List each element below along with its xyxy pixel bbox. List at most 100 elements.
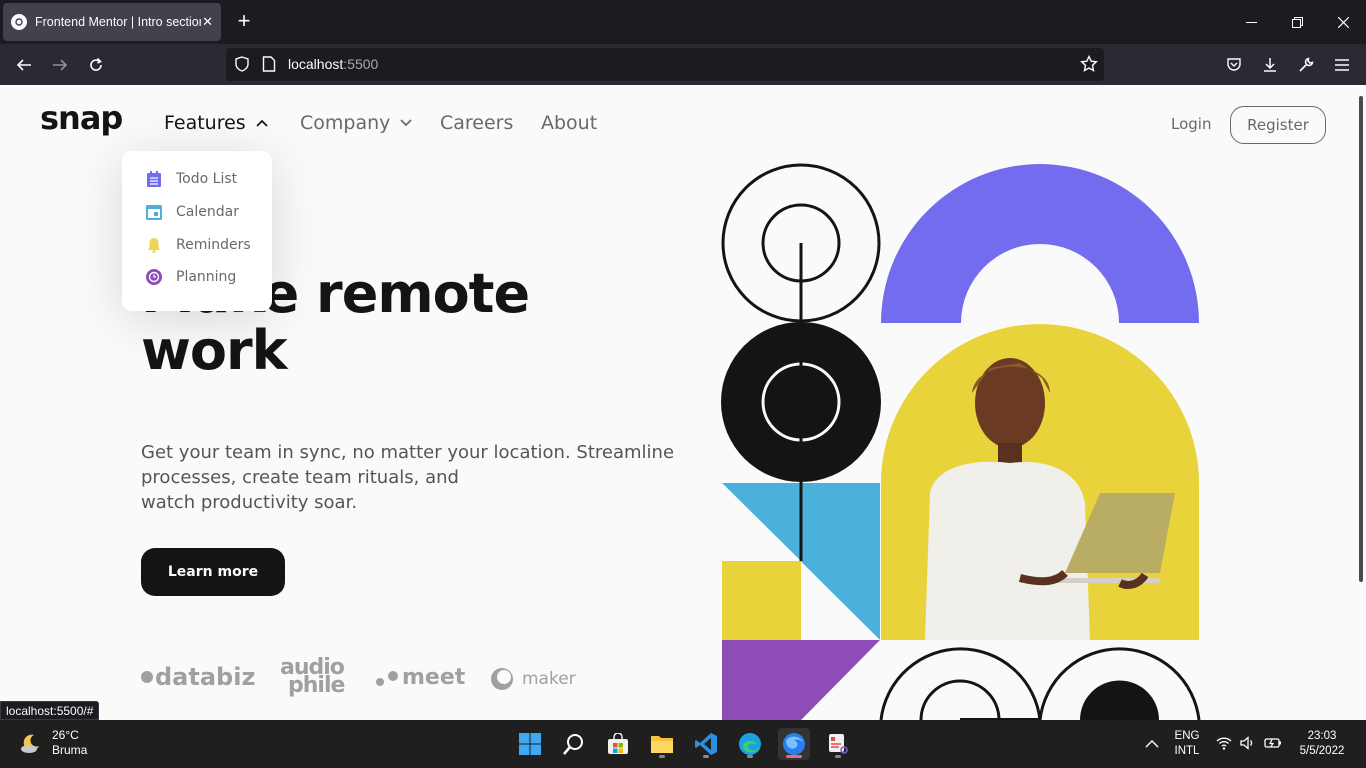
moon-cloud-icon bbox=[21, 734, 39, 753]
dropdown-item-todo[interactable]: Todo List bbox=[146, 171, 237, 187]
dropdown-label-calendar: Calendar bbox=[176, 204, 239, 220]
shield-icon[interactable] bbox=[234, 56, 250, 76]
browser-tab[interactable]: Frontend Mentor | Intro section with dro… bbox=[3, 3, 221, 41]
learn-more-button[interactable]: Learn more bbox=[141, 548, 285, 596]
url-host: localhost bbox=[288, 56, 344, 72]
minimize-button[interactable] bbox=[1228, 0, 1274, 44]
reload-icon[interactable] bbox=[83, 52, 109, 78]
register-button[interactable]: Register bbox=[1230, 106, 1326, 144]
firefox-icon[interactable] bbox=[778, 728, 810, 760]
page-icon[interactable] bbox=[262, 56, 276, 76]
explorer-running-indicator bbox=[659, 755, 665, 758]
hero-text-line2: processes, create team rituals, and bbox=[141, 467, 459, 488]
person-photo[interactable] bbox=[881, 324, 1199, 640]
nav-company[interactable]: Company bbox=[300, 112, 412, 134]
clock-date: 5/5/2022 bbox=[1299, 745, 1345, 757]
edge-running-indicator bbox=[747, 755, 753, 758]
new-tab-button[interactable]: + bbox=[232, 10, 256, 34]
meet-dot2-icon bbox=[388, 670, 398, 681]
weather-widget[interactable]: 26°C Bruma bbox=[20, 728, 87, 758]
wrench-icon[interactable] bbox=[1293, 52, 1319, 78]
client-name-meet: meet bbox=[402, 665, 466, 690]
dropdown-item-planning[interactable]: Planning bbox=[146, 269, 236, 285]
client-name-phile: phile bbox=[288, 673, 345, 698]
purple-shape bbox=[722, 640, 880, 720]
hamburger-menu-icon[interactable] bbox=[1329, 52, 1355, 78]
client-logo-meet: meet bbox=[376, 665, 465, 690]
yellow-square bbox=[722, 561, 801, 640]
calendar-icon bbox=[146, 204, 162, 220]
bookmark-star-icon[interactable] bbox=[1080, 54, 1098, 77]
snipping-tool-icon[interactable] bbox=[822, 728, 854, 760]
volume-icon[interactable] bbox=[1240, 736, 1256, 755]
file-explorer-icon[interactable] bbox=[646, 728, 678, 760]
firefox-active-indicator bbox=[786, 755, 802, 758]
back-arrow-icon[interactable] bbox=[11, 52, 37, 78]
lang-line1: ENG bbox=[1174, 730, 1200, 742]
databiz-dot-icon bbox=[141, 671, 153, 683]
browser-tab-bar: Frontend Mentor | Intro section with dro… bbox=[0, 0, 1366, 44]
chevron-down-icon bbox=[400, 119, 412, 127]
hero-title-line2: work bbox=[141, 319, 288, 382]
weather-place: Bruma bbox=[52, 743, 88, 757]
url-text[interactable]: localhost:5500 bbox=[288, 56, 378, 72]
nav-careers[interactable]: Careers bbox=[440, 112, 513, 134]
edge-icon[interactable] bbox=[734, 728, 766, 760]
hero-illustration bbox=[721, 163, 1201, 720]
lang-line2: INTL bbox=[1174, 745, 1200, 757]
clock[interactable]: 23:03 5/5/2022 bbox=[1292, 729, 1352, 759]
store-icon[interactable] bbox=[602, 728, 634, 760]
windows-taskbar: 26°C Bruma ENG INTL 23:03 5/5/2022 bbox=[0, 720, 1366, 768]
status-url-tooltip: localhost:5500/# bbox=[0, 701, 100, 720]
dropdown-item-reminders[interactable]: Reminders bbox=[146, 237, 251, 253]
weather-temp: 26°C bbox=[52, 728, 79, 742]
nav-about-label: About bbox=[541, 112, 598, 134]
address-bar[interactable]: localhost:5500 bbox=[226, 48, 1104, 81]
hero-text-line3: watch productivity soar. bbox=[141, 492, 358, 513]
search-icon[interactable] bbox=[558, 728, 590, 760]
url-port: :5500 bbox=[343, 56, 379, 72]
downloads-icon[interactable] bbox=[1257, 52, 1283, 78]
dropdown-label-reminders: Reminders bbox=[176, 237, 251, 253]
nav-company-label: Company bbox=[300, 112, 391, 134]
purple-arch bbox=[881, 164, 1199, 323]
snap-logo[interactable]: snap bbox=[40, 99, 123, 137]
nav-features[interactable]: Features bbox=[164, 112, 268, 134]
todo-icon bbox=[146, 171, 162, 187]
forward-arrow-icon[interactable] bbox=[47, 52, 73, 78]
restore-button[interactable] bbox=[1274, 0, 1320, 44]
page-content: snap Features Company Careers About Logi… bbox=[0, 85, 1358, 720]
client-name-databiz: databiz bbox=[155, 663, 256, 691]
client-logo-audiophile: audio phile bbox=[280, 657, 345, 698]
tab-title: Frontend Mentor | Intro section with dro… bbox=[35, 15, 201, 29]
dropdown-label-planning: Planning bbox=[176, 269, 237, 285]
snipping-running-indicator bbox=[835, 755, 841, 758]
language-indicator[interactable]: ENG INTL bbox=[1170, 729, 1204, 759]
tray-chevron-up-icon[interactable] bbox=[1145, 736, 1159, 754]
vscode-icon[interactable] bbox=[690, 728, 722, 760]
login-link[interactable]: Login bbox=[1171, 115, 1211, 133]
clock-time: 23:03 bbox=[1307, 730, 1337, 742]
pocket-icon[interactable] bbox=[1221, 52, 1247, 78]
features-dropdown: Todo List Calendar Reminders Planning bbox=[122, 151, 272, 311]
dropdown-item-calendar[interactable]: Calendar bbox=[146, 204, 239, 220]
meet-dot-icon bbox=[376, 677, 384, 686]
hero-description: Get your team in sync, no matter your lo… bbox=[141, 440, 701, 515]
page-scrollbar[interactable] bbox=[1359, 96, 1363, 582]
close-window-button[interactable] bbox=[1320, 0, 1366, 44]
battery-icon[interactable] bbox=[1264, 736, 1282, 755]
tab-close-icon[interactable]: ✕ bbox=[202, 15, 213, 30]
windows-start-icon[interactable] bbox=[514, 728, 546, 760]
maker-logo-icon bbox=[491, 668, 513, 690]
hero-text-line1: Get your team in sync, no matter your lo… bbox=[141, 442, 675, 463]
bottom-circles bbox=[879, 647, 1201, 720]
nav-careers-label: Careers bbox=[440, 112, 514, 134]
client-logo-maker: maker bbox=[490, 667, 576, 691]
client-name-maker: maker bbox=[522, 669, 576, 689]
bell-icon bbox=[146, 237, 162, 253]
firefox-favicon-icon bbox=[11, 14, 27, 30]
planning-icon bbox=[146, 269, 162, 285]
nav-about[interactable]: About bbox=[541, 112, 597, 134]
vscode-running-indicator bbox=[703, 755, 709, 758]
wifi-icon[interactable] bbox=[1216, 736, 1232, 755]
